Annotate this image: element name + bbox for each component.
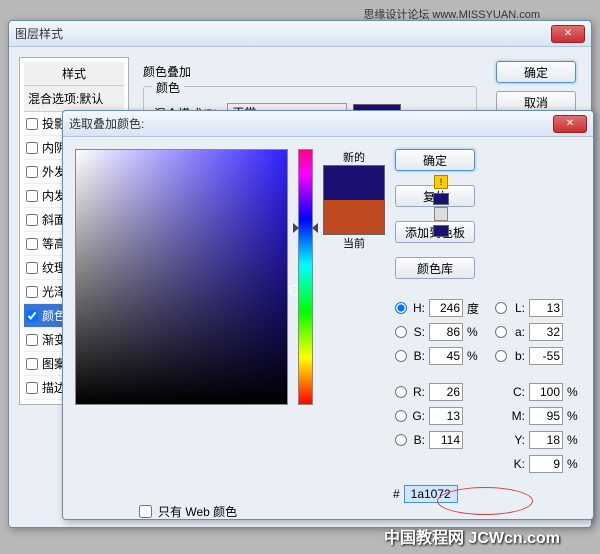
- web-only-checkbox[interactable]: [139, 505, 152, 518]
- lab-b-radio[interactable]: [495, 350, 507, 362]
- hex-input[interactable]: [404, 485, 458, 503]
- hue-radio[interactable]: [395, 302, 407, 314]
- lab-l-row: L:: [495, 299, 581, 317]
- style-checkbox[interactable]: [26, 214, 38, 226]
- gamut-swatch[interactable]: [433, 193, 449, 205]
- sat-label: S:: [411, 325, 425, 339]
- preview-new: [324, 166, 384, 200]
- sat-input[interactable]: [429, 323, 463, 341]
- websafe-icon[interactable]: [434, 207, 448, 221]
- gamut-warning-icon[interactable]: !: [434, 175, 448, 189]
- color-preview: 新的 当前 !: [323, 149, 385, 473]
- bri-unit: %: [467, 349, 481, 363]
- lab-b-row: b:: [495, 347, 581, 365]
- hue-row: H: 度: [395, 299, 481, 317]
- lab-l-label: L:: [511, 301, 525, 315]
- bri-radio[interactable]: [395, 350, 407, 362]
- dialog-title: 选取叠加颜色:: [69, 115, 553, 132]
- lab-l-input[interactable]: [529, 299, 563, 317]
- red-input[interactable]: [429, 383, 463, 401]
- green-input[interactable]: [429, 407, 463, 425]
- red-label: R:: [411, 385, 425, 399]
- lab-a-label: a:: [511, 325, 525, 339]
- close-icon[interactable]: ✕: [553, 115, 587, 133]
- color-picker-dialog: 选取叠加颜色: ✕ 新的 当前 ! 确定 复位 添加到色板: [62, 110, 594, 520]
- watermark-bottom: 中国教程网 JCWcn.com: [384, 524, 560, 548]
- ok-button[interactable]: 确定: [496, 61, 576, 83]
- blue-row: B:: [395, 431, 481, 449]
- styles-header: 样式: [24, 62, 124, 86]
- group-label: 颜色: [152, 79, 184, 96]
- magenta-label: M:: [511, 409, 525, 423]
- new-label: 新的: [343, 149, 365, 165]
- saturation-value-field[interactable]: [75, 149, 288, 405]
- red-row: R:: [395, 383, 481, 401]
- websafe-swatch[interactable]: [433, 225, 449, 237]
- lab-l-radio[interactable]: [495, 302, 507, 314]
- yellow-unit: %: [567, 433, 581, 447]
- preview-box[interactable]: [323, 165, 385, 235]
- hue-indicator-icon: [299, 223, 312, 233]
- style-checkbox[interactable]: [26, 382, 38, 394]
- preview-current: [324, 200, 384, 234]
- hue-slider[interactable]: [298, 149, 313, 405]
- black-input[interactable]: [529, 455, 563, 473]
- style-checkbox[interactable]: [26, 286, 38, 298]
- yellow-label: Y:: [511, 433, 525, 447]
- yellow-input[interactable]: [529, 431, 563, 449]
- magenta-row: M:%: [495, 407, 581, 425]
- close-icon[interactable]: ✕: [551, 25, 585, 43]
- green-label: G:: [411, 409, 425, 423]
- red-radio[interactable]: [395, 386, 407, 398]
- blue-radio[interactable]: [395, 434, 407, 446]
- yellow-row: Y:%: [495, 431, 581, 449]
- lab-b-label: b:: [511, 349, 525, 363]
- blue-input[interactable]: [429, 431, 463, 449]
- bri-row: B:%: [395, 347, 481, 365]
- hex-label: #: [393, 487, 400, 501]
- hue-unit: 度: [467, 300, 481, 317]
- sat-row: S:%: [395, 323, 481, 341]
- sat-radio[interactable]: [395, 326, 407, 338]
- style-checkbox[interactable]: [26, 334, 38, 346]
- color-library-button[interactable]: 颜色库: [395, 257, 475, 279]
- style-checkbox[interactable]: [26, 190, 38, 202]
- sat-unit: %: [467, 325, 481, 339]
- green-row: G:: [395, 407, 481, 425]
- cyan-input[interactable]: [529, 383, 563, 401]
- hue-input[interactable]: [429, 299, 463, 317]
- style-checkbox[interactable]: [26, 262, 38, 274]
- black-label: K:: [511, 457, 525, 471]
- green-radio[interactable]: [395, 410, 407, 422]
- lab-a-radio[interactable]: [495, 326, 507, 338]
- titlebar[interactable]: 选取叠加颜色: ✕: [63, 111, 593, 137]
- bri-input[interactable]: [429, 347, 463, 365]
- magenta-unit: %: [567, 409, 581, 423]
- lab-b-input[interactable]: [529, 347, 563, 365]
- current-label: 当前: [343, 235, 365, 251]
- black-row: K:%: [495, 455, 581, 473]
- lab-a-input[interactable]: [529, 323, 563, 341]
- titlebar[interactable]: 图层样式 ✕: [9, 21, 591, 47]
- style-checkbox[interactable]: [26, 310, 38, 322]
- cyan-label: C:: [511, 385, 525, 399]
- style-checkbox[interactable]: [26, 358, 38, 370]
- hue-label: H:: [411, 301, 425, 315]
- cyan-unit: %: [567, 385, 581, 399]
- dialog-title: 图层样式: [15, 25, 551, 42]
- black-unit: %: [567, 457, 581, 471]
- ok-button[interactable]: 确定: [395, 149, 475, 171]
- magenta-input[interactable]: [529, 407, 563, 425]
- style-checkbox[interactable]: [26, 238, 38, 250]
- web-only-label: 只有 Web 颜色: [158, 503, 237, 520]
- cyan-row: C:%: [495, 383, 581, 401]
- style-checkbox[interactable]: [26, 118, 38, 130]
- lab-a-row: a:: [495, 323, 581, 341]
- bri-label: B:: [411, 349, 425, 363]
- section-title: 颜色叠加: [143, 63, 477, 80]
- style-checkbox[interactable]: [26, 142, 38, 154]
- blend-options-default[interactable]: 混合选项:默认: [24, 86, 124, 112]
- style-checkbox[interactable]: [26, 166, 38, 178]
- blue-label: B:: [411, 433, 425, 447]
